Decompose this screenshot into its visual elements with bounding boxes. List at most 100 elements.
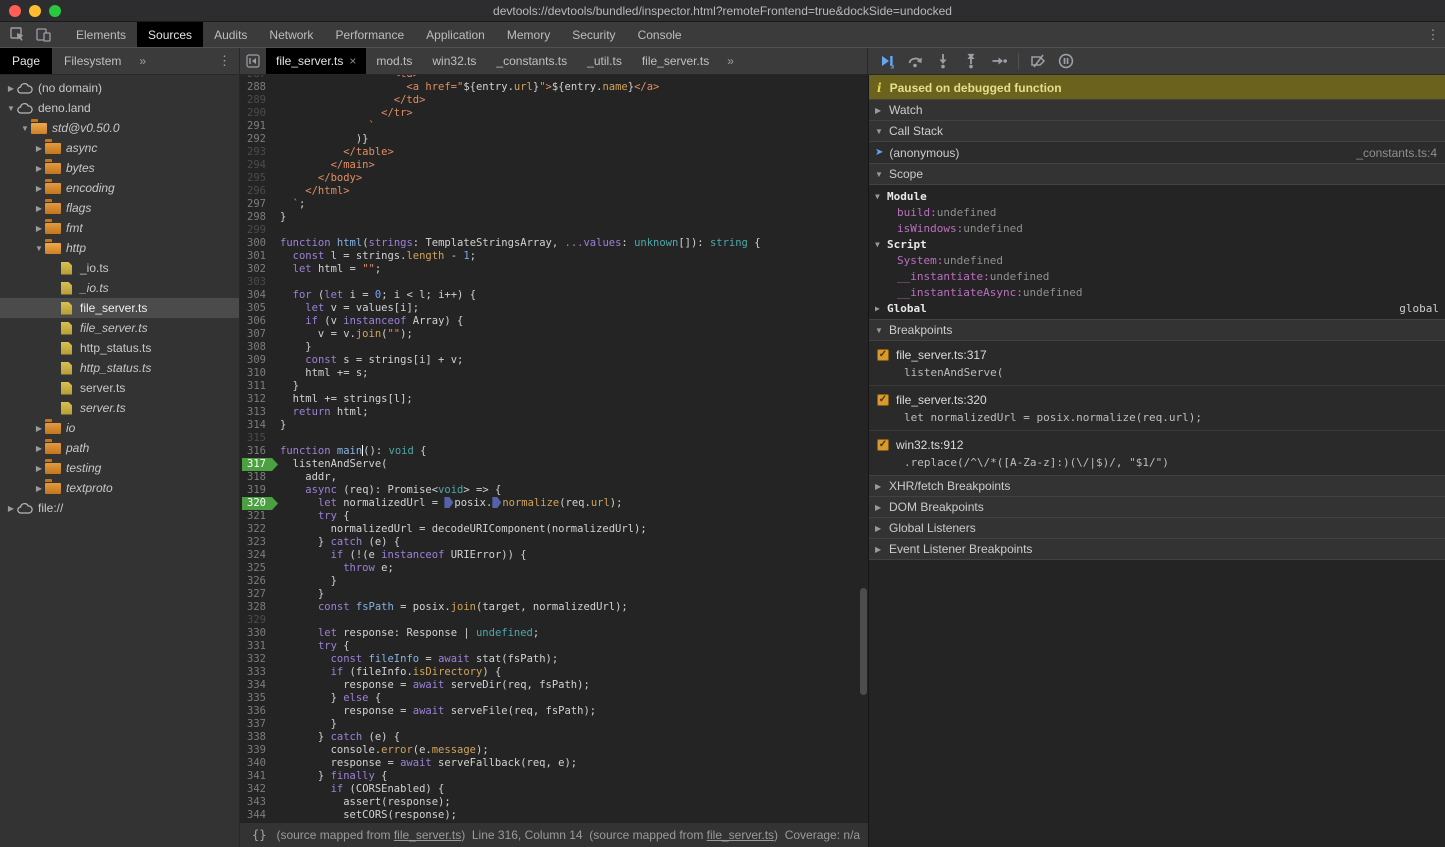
- line-number[interactable]: 310: [240, 367, 274, 380]
- step-icon[interactable]: [988, 50, 1010, 72]
- code-line[interactable]: 305 let v = values[i];: [240, 302, 868, 315]
- line-number[interactable]: 316: [240, 445, 274, 458]
- code-line[interactable]: 329: [240, 614, 868, 627]
- code-line[interactable]: 343 assert(response);: [240, 796, 868, 809]
- chevron-down-icon[interactable]: ▼: [20, 124, 30, 133]
- line-number[interactable]: 322: [240, 523, 274, 536]
- code-line[interactable]: 308 }: [240, 341, 868, 354]
- collapse-navigator-icon[interactable]: [240, 48, 266, 74]
- code-line[interactable]: 314}: [240, 419, 868, 432]
- section-scope[interactable]: ▼ Scope: [869, 163, 1445, 185]
- line-number[interactable]: 334: [240, 679, 274, 692]
- line-number[interactable]: 330: [240, 627, 274, 640]
- line-number[interactable]: 290: [240, 107, 274, 120]
- line-number[interactable]: 289: [240, 94, 274, 107]
- code-line[interactable]: 293 </table>: [240, 146, 868, 159]
- code-line[interactable]: 324 if (!(e instanceof URIError)) {: [240, 549, 868, 562]
- scope-group-module[interactable]: ▼Module: [869, 188, 1445, 204]
- code-line[interactable]: 310 html += s;: [240, 367, 868, 380]
- code-line[interactable]: 320 let normalizedUrl = posix.normalize(…: [240, 497, 868, 510]
- code-line[interactable]: 288 <a href="${entry.url}">${entry.name}…: [240, 81, 868, 94]
- resume-icon[interactable]: [876, 50, 898, 72]
- line-number[interactable]: 342: [240, 783, 274, 796]
- breakpoint-entry[interactable]: ✓file_server.ts:320let normalizedUrl = p…: [869, 386, 1445, 431]
- code-line[interactable]: 318 addr,: [240, 471, 868, 484]
- code-line[interactable]: 337 }: [240, 718, 868, 731]
- chevron-right-icon[interactable]: ▶: [6, 504, 16, 513]
- chevron-right-icon[interactable]: ▶: [34, 144, 44, 153]
- tree-item-file_server.ts[interactable]: file_server.ts: [0, 298, 239, 318]
- code-line[interactable]: 334 response = await serveDir(req, fsPat…: [240, 679, 868, 692]
- line-number[interactable]: 323: [240, 536, 274, 549]
- code-line[interactable]: 311 }: [240, 380, 868, 393]
- chevron-right-icon[interactable]: ▶: [6, 84, 16, 93]
- code-line[interactable]: 315: [240, 432, 868, 445]
- code-line[interactable]: 312 html += strings[l];: [240, 393, 868, 406]
- tree-item-io[interactable]: ▶io: [0, 418, 239, 438]
- code-line[interactable]: 335 } else {: [240, 692, 868, 705]
- tab-performance[interactable]: Performance: [324, 22, 415, 47]
- chevron-right-icon[interactable]: ▶: [34, 484, 44, 493]
- tree-item-server.ts[interactable]: server.ts: [0, 378, 239, 398]
- editor-tab[interactable]: _constants.ts: [486, 48, 577, 74]
- scope-group-global[interactable]: ▶Globalglobal: [869, 300, 1445, 316]
- devtools-menu-kebab-icon[interactable]: ⋮: [1421, 22, 1445, 47]
- code-line[interactable]: 292 )}: [240, 133, 868, 146]
- line-number[interactable]: 303: [240, 276, 274, 289]
- line-number[interactable]: 340: [240, 757, 274, 770]
- code-line[interactable]: 340 response = await serveFallback(req, …: [240, 757, 868, 770]
- code-line[interactable]: 290 </tr>: [240, 107, 868, 120]
- tree-item-async[interactable]: ▶async: [0, 138, 239, 158]
- code-line[interactable]: 333 if (fileInfo.isDirectory) {: [240, 666, 868, 679]
- code-line[interactable]: 317 listenAndServe(: [240, 458, 868, 471]
- line-number[interactable]: 292: [240, 133, 274, 146]
- tree-item-_io.ts[interactable]: _io.ts: [0, 278, 239, 298]
- editor-tab[interactable]: win32.ts: [422, 48, 486, 74]
- tree-item-file[interactable]: ▶file://: [0, 498, 239, 518]
- call-stack-frame[interactable]: ➤(anonymous)_constants.ts:4: [869, 142, 1445, 164]
- line-number[interactable]: 336: [240, 705, 274, 718]
- line-number[interactable]: 302: [240, 263, 274, 276]
- source-map-link[interactable]: file_server.ts: [707, 828, 774, 842]
- breakpoint-checkbox[interactable]: ✓: [877, 349, 889, 361]
- line-number[interactable]: 291: [240, 120, 274, 133]
- step-out-icon[interactable]: [960, 50, 982, 72]
- close-tab-icon[interactable]: ×: [349, 54, 356, 68]
- tab-audits[interactable]: Audits: [203, 22, 258, 47]
- chevron-right-icon[interactable]: ▶: [34, 184, 44, 193]
- device-toolbar-icon[interactable]: [30, 23, 56, 47]
- step-into-icon[interactable]: [932, 50, 954, 72]
- line-number[interactable]: 331: [240, 640, 274, 653]
- line-number[interactable]: 314: [240, 419, 274, 432]
- code-line[interactable]: 294 </main>: [240, 159, 868, 172]
- step-over-icon[interactable]: [904, 50, 926, 72]
- inline-breakpoint-marker[interactable]: [492, 497, 501, 508]
- tree-item-encoding[interactable]: ▶encoding: [0, 178, 239, 198]
- editor-tab[interactable]: mod.ts: [366, 48, 422, 74]
- tree-item-fmt[interactable]: ▶fmt: [0, 218, 239, 238]
- scope-property[interactable]: isWindows: undefined: [869, 220, 1445, 236]
- breakpoint-entry[interactable]: ✓file_server.ts:317listenAndServe(: [869, 341, 1445, 386]
- code-line[interactable]: 295 </body>: [240, 172, 868, 185]
- tree-item-deno.land[interactable]: ▼deno.land: [0, 98, 239, 118]
- tab-console[interactable]: Console: [627, 22, 693, 47]
- tab-security[interactable]: Security: [561, 22, 626, 47]
- line-number[interactable]: 315: [240, 432, 274, 445]
- chevron-right-icon[interactable]: ▶: [34, 444, 44, 453]
- section-event-listener-breakpoints[interactable]: ▶Event Listener Breakpoints: [869, 538, 1445, 560]
- tab-elements[interactable]: Elements: [65, 22, 137, 47]
- line-number[interactable]: 337: [240, 718, 274, 731]
- scope-property[interactable]: System: undefined: [869, 252, 1445, 268]
- line-number[interactable]: 308: [240, 341, 274, 354]
- scope-property[interactable]: __instantiate: undefined: [869, 268, 1445, 284]
- code-line[interactable]: 302 let html = "";: [240, 263, 868, 276]
- code-line[interactable]: 289 </td>: [240, 94, 868, 107]
- navigator-tab-filesystem[interactable]: Filesystem: [52, 48, 133, 74]
- tree-item-std@v0.50.0[interactable]: ▼std@v0.50.0: [0, 118, 239, 138]
- close-window-button[interactable]: [9, 5, 21, 17]
- chevron-down-icon[interactable]: ▼: [6, 104, 16, 113]
- code-line[interactable]: 344 setCORS(response);: [240, 809, 868, 822]
- line-number[interactable]: 311: [240, 380, 274, 393]
- line-number[interactable]: 333: [240, 666, 274, 679]
- editor-tab[interactable]: file_server.ts×: [266, 48, 366, 74]
